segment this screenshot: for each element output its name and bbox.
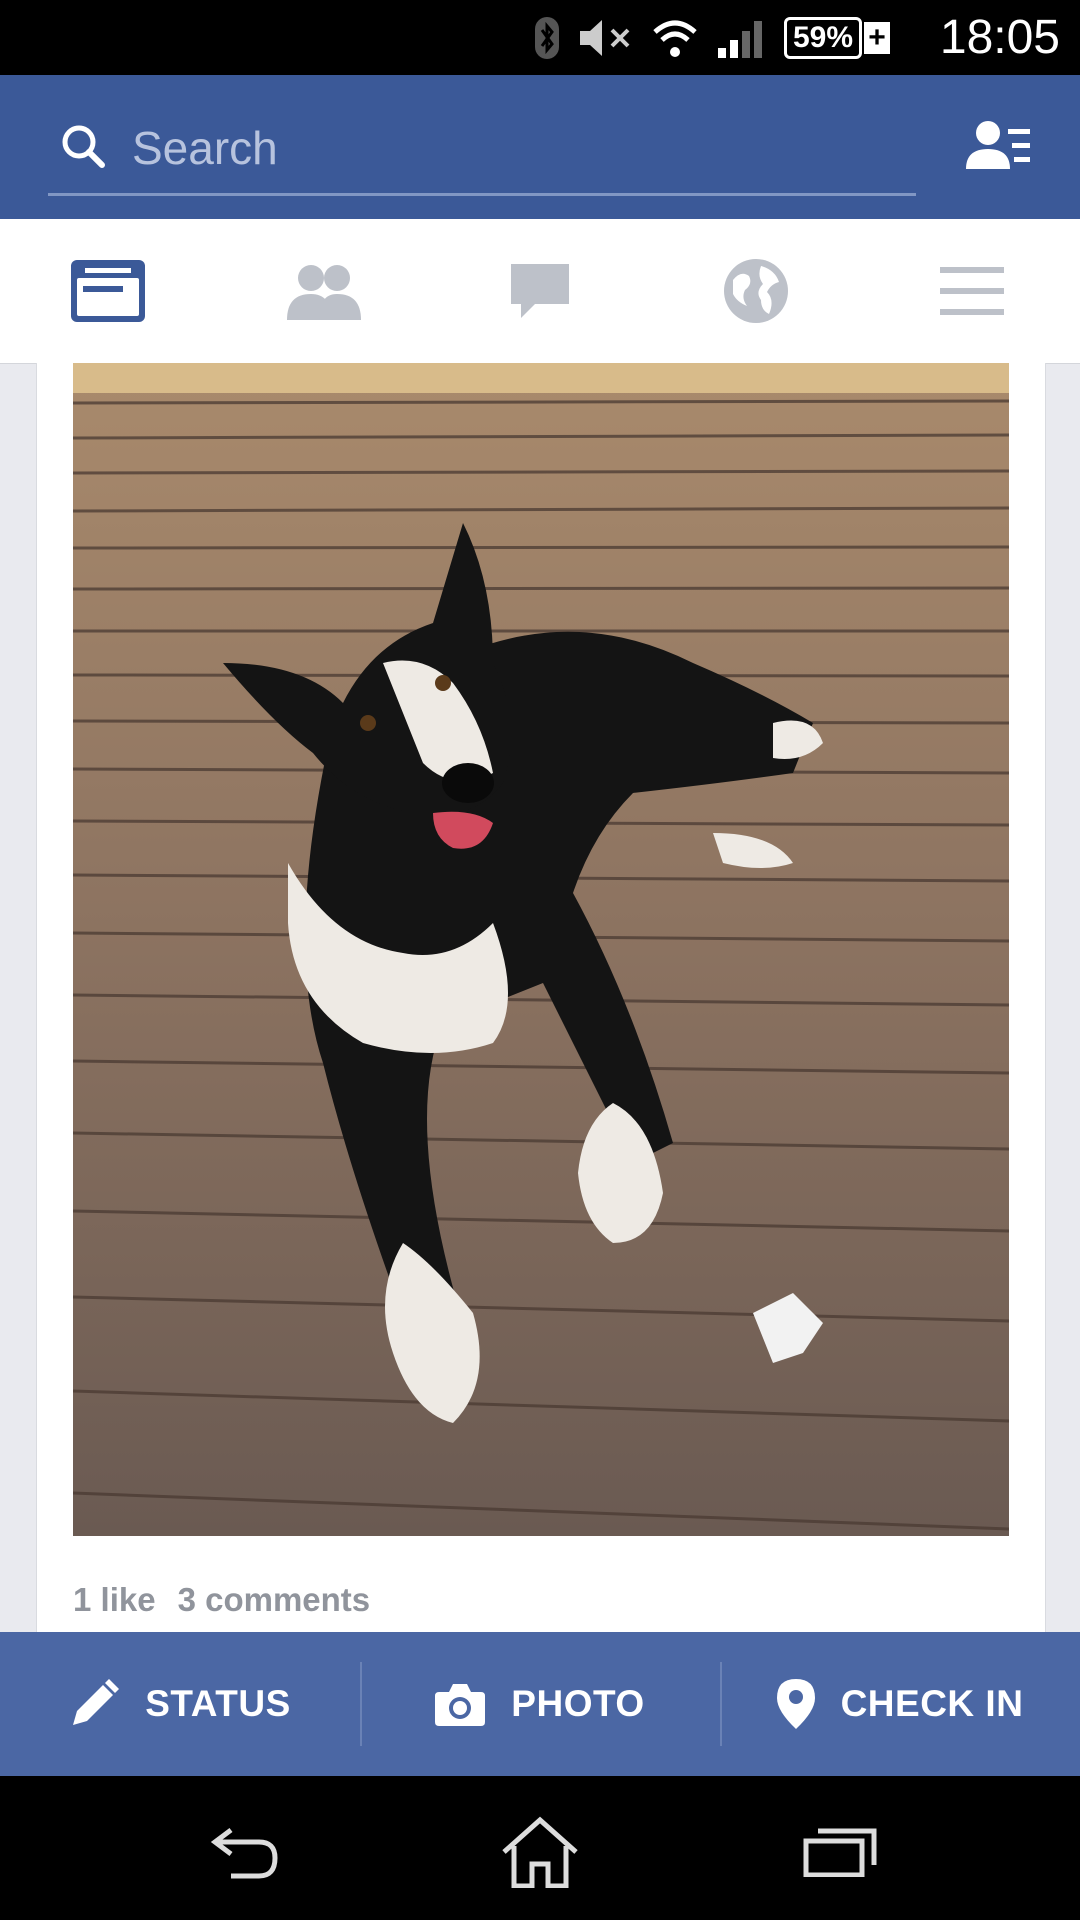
news-feed-icon bbox=[71, 260, 145, 322]
tab-messages[interactable] bbox=[432, 219, 648, 363]
post-photo[interactable] bbox=[73, 363, 1009, 1536]
wifi-icon bbox=[653, 20, 697, 57]
tab-bar bbox=[0, 219, 1080, 364]
back-button[interactable] bbox=[198, 1812, 288, 1892]
pencil-icon bbox=[73, 1679, 120, 1725]
system-nav-bar bbox=[0, 1776, 1080, 1920]
bluetooth-icon bbox=[534, 17, 559, 59]
charging-icon: + bbox=[864, 22, 890, 54]
photo-label: PHOTO bbox=[511, 1683, 645, 1724]
recent-apps-icon bbox=[803, 1828, 877, 1877]
friend-requests-icon bbox=[287, 265, 361, 320]
search-input[interactable] bbox=[130, 115, 894, 181]
clock: 18:05 bbox=[939, 11, 1060, 64]
status-label: STATUS bbox=[145, 1683, 291, 1724]
back-icon bbox=[210, 1828, 278, 1879]
location-pin-icon bbox=[776, 1679, 815, 1729]
search-bar[interactable] bbox=[48, 105, 916, 196]
post-card: 1 like 3 comments bbox=[36, 363, 1046, 1783]
home-button[interactable] bbox=[495, 1812, 585, 1892]
friends-list-icon[interactable] bbox=[964, 117, 1032, 177]
tab-more[interactable] bbox=[864, 219, 1080, 363]
camera-icon bbox=[435, 1684, 486, 1726]
check-in-button[interactable]: CHECK IN bbox=[720, 1632, 1080, 1776]
search-icon bbox=[62, 125, 105, 168]
recent-apps-button[interactable] bbox=[795, 1812, 885, 1892]
tab-notifications[interactable] bbox=[648, 219, 864, 363]
post-stats: 1 like 3 comments bbox=[73, 1581, 392, 1619]
globe-icon bbox=[724, 259, 788, 323]
tab-news-feed[interactable] bbox=[0, 219, 216, 363]
composer-bar: STATUS PHOTO CHECK IN bbox=[0, 1632, 1080, 1776]
home-icon bbox=[502, 1816, 578, 1888]
comments-count[interactable]: 3 comments bbox=[178, 1581, 371, 1618]
check-in-label: CHECK IN bbox=[840, 1683, 1024, 1724]
mute-icon bbox=[579, 20, 630, 56]
battery-icon: 59% + bbox=[783, 17, 890, 59]
messages-icon bbox=[511, 264, 569, 318]
status-icons: 59% + bbox=[534, 14, 890, 62]
signal-icon bbox=[717, 21, 762, 58]
likes-count[interactable]: 1 like bbox=[73, 1581, 156, 1618]
status-button[interactable]: STATUS bbox=[0, 1632, 360, 1776]
menu-icon bbox=[940, 267, 1004, 315]
status-bar: 59% + 18:05 bbox=[0, 0, 1080, 75]
photo-button[interactable]: PHOTO bbox=[360, 1632, 720, 1776]
dog-on-deck-image bbox=[73, 363, 1009, 1536]
tab-friend-requests[interactable] bbox=[216, 219, 432, 363]
battery-level: 59% bbox=[783, 17, 862, 59]
top-bar bbox=[0, 75, 1080, 219]
